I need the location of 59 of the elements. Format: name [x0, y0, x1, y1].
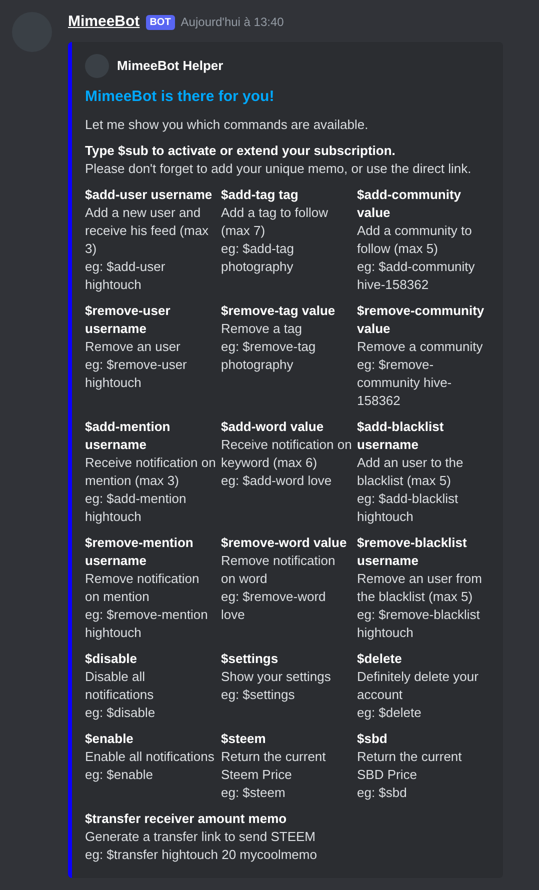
- field-value: Remove a tag: [221, 320, 303, 338]
- field-value: eg: $remove-user hightouch: [85, 356, 188, 392]
- timestamp: Aujourd'hui à 13:40: [180, 14, 284, 31]
- field-value: Enable all notifications: [85, 748, 216, 766]
- field-value: Receive notification on keyword (max 6): [221, 436, 353, 472]
- field-name: $remove-word value: [221, 534, 348, 552]
- field-value: eg: $remove-mention hightouch: [85, 606, 209, 642]
- embed-author: MimeeBot Helper: [117, 57, 224, 75]
- field-name: $sbd: [357, 730, 388, 748]
- field-name: $remove-mention username: [85, 534, 194, 570]
- author-name[interactable]: MimeeBot: [68, 10, 140, 34]
- field-value: eg: $add-mention hightouch: [85, 490, 188, 526]
- field-value: Add a community to follow (max 5): [357, 222, 473, 258]
- field-value: Remove a community: [357, 338, 484, 356]
- field-name: $add-word value: [221, 418, 325, 436]
- field-name: $transfer receiver amount memo: [85, 810, 288, 828]
- field-value: Show your settings: [221, 668, 332, 686]
- field-value: eg: $add-word love: [221, 472, 333, 490]
- field-value: eg: $add-tag photography: [221, 240, 296, 276]
- field-value: eg: $remove-word love: [221, 588, 327, 624]
- embed-title: MimeeBot is there for you!: [85, 88, 276, 106]
- field-value: eg: $remove-community hive-158362: [357, 356, 453, 410]
- field-name: $add-user username: [85, 186, 214, 204]
- field-value: Add a new user and receive his feed (max 3): [85, 204, 210, 258]
- field-name: $remove-community value: [357, 302, 486, 338]
- field-value: eg: $add-blacklist hightouch: [357, 490, 460, 526]
- field-value: eg: $transfer hightouch 20 mycoolmemo: [85, 846, 318, 864]
- field-value: Generate a transfer link to send STEEM: [85, 828, 316, 846]
- field-value: Remove an user from the blacklist (max 5): [357, 570, 483, 606]
- field-name: $remove-tag value: [221, 302, 336, 320]
- field-name: $add-mention username: [85, 418, 172, 454]
- field-value: eg: $settings: [221, 686, 296, 704]
- field-value: eg: $remove-blacklist hightouch: [357, 606, 481, 642]
- field-name: $add-tag tag: [221, 186, 300, 204]
- field-name: $settings: [221, 650, 280, 668]
- field-name: $disable: [85, 650, 138, 668]
- bot-tag: BOT: [146, 14, 175, 30]
- field-value: eg: $enable: [85, 766, 154, 784]
- field-value: eg: $remove-tag photography: [221, 338, 317, 374]
- field-name: $remove-user username: [85, 302, 172, 338]
- embed-description: Let me show you which commands are available.: [85, 116, 370, 134]
- field-value: Remove an user: [85, 338, 182, 356]
- field-value: eg: $sbd: [357, 784, 408, 802]
- field-name: $add-blacklist username: [357, 418, 445, 454]
- field-value: Add an user to the blacklist (max 5): [357, 454, 464, 490]
- field-name: $steem: [221, 730, 267, 748]
- field-value: eg: $delete: [357, 704, 422, 722]
- field-value: eg: $add-community hive-158362: [357, 258, 476, 294]
- field-name: $delete: [357, 650, 403, 668]
- field-value: eg: $disable: [85, 704, 156, 722]
- field-name: $enable: [85, 730, 134, 748]
- field-name: $add-community value: [357, 186, 462, 222]
- field-value: eg: $add-user hightouch: [85, 258, 166, 294]
- field-value: Receive notification on mention (max 3): [85, 454, 217, 490]
- field-name: $remove-blacklist username: [357, 534, 468, 570]
- subscription-heading: Type $sub to activate or extend your subscription.: [85, 142, 396, 160]
- field-value: eg: $steem: [221, 784, 286, 802]
- subscription-text: Please don't forget to add your unique memo, or use the direct link.: [85, 160, 472, 178]
- field-value: Add a tag to follow (max 7): [221, 204, 329, 240]
